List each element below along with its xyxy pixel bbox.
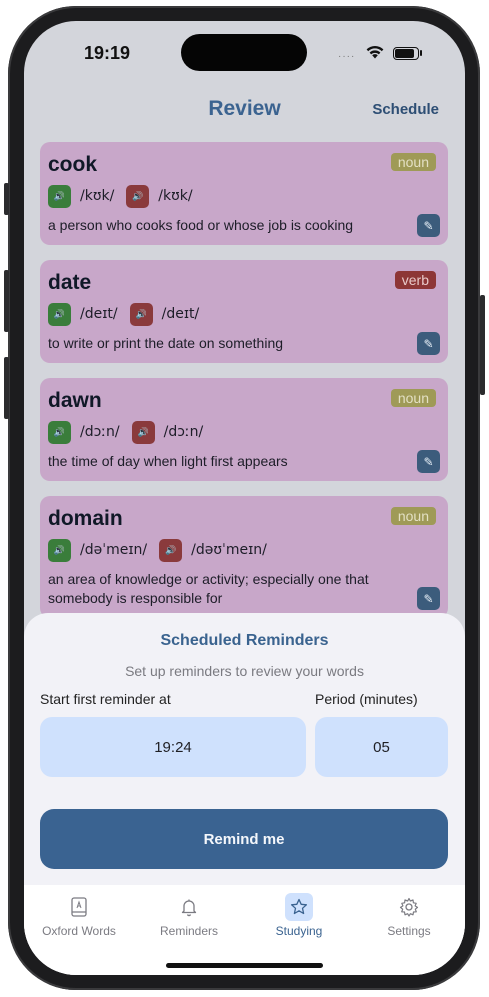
pos-badge: verb [394, 271, 436, 289]
schedule-button[interactable]: Schedule [372, 101, 439, 118]
speaker-us-icon[interactable]: 🔊 [129, 302, 153, 326]
speaker-uk-icon[interactable]: 🔊 [48, 184, 71, 208]
ipa-us: /deɪt/ [161, 306, 200, 322]
status-bar: 19:19 ···· [24, 21, 465, 81]
word-title: domain [48, 507, 123, 530]
pronunciation-row: 🔊 /deɪt/ 🔊 /deɪt/ [48, 302, 440, 326]
speaker-uk-icon[interactable]: 🔊 [48, 302, 71, 326]
tab-oxford-words[interactable]: Oxford Words [24, 893, 134, 938]
pos-badge: noun [390, 153, 436, 171]
sheet-title: Scheduled Reminders [160, 632, 329, 649]
edit-pencil-icon[interactable]: ✎ [417, 587, 440, 610]
tab-label: Settings [387, 924, 431, 938]
ipa-us: /dɔːn/ [163, 424, 204, 440]
home-indicator[interactable] [166, 963, 323, 968]
power-button [480, 295, 485, 395]
gear-icon [395, 893, 423, 921]
status-time: 19:19 [84, 43, 131, 63]
wifi-icon [366, 45, 384, 59]
speaker-us-icon[interactable]: 🔊 [126, 184, 150, 208]
volume-up-button [4, 270, 9, 332]
word-title: cook [48, 153, 98, 176]
edit-pencil-icon[interactable]: ✎ [417, 214, 440, 237]
word-title: date [48, 271, 92, 294]
definition: an area of knowledge or activity; especi… [48, 571, 369, 606]
definition: the time of day when light first appears [48, 453, 288, 469]
tab-reminders[interactable]: Reminders [134, 893, 244, 938]
tab-label: Reminders [159, 924, 219, 938]
speaker-us-icon[interactable]: 🔊 [131, 420, 155, 444]
ipa-us: /kʊk/ [158, 188, 193, 204]
pronunciation-row: 🔊 /kʊk/ 🔊 /kʊk/ [48, 184, 440, 208]
word-card[interactable]: domain noun 🔊 /dəˈmeɪn/ 🔊 /dəʊˈmeɪn/ an … [40, 496, 448, 618]
period-label: Period (minutes) [315, 691, 418, 707]
word-list: cook noun 🔊 /kʊk/ 🔊 /kʊk/ a person who c… [40, 142, 448, 633]
speaker-us-icon[interactable]: 🔊 [159, 538, 183, 562]
screen: 19:19 ···· Review Schedule cook noun 🔊 /… [24, 21, 465, 975]
tab-label: Studying [275, 924, 323, 938]
tab-settings[interactable]: Settings [354, 893, 464, 938]
ipa-uk: /kʊk/ [80, 188, 115, 204]
pronunciation-row: 🔊 /dəˈmeɪn/ 🔊 /dəʊˈmeɪn/ [48, 538, 440, 562]
period-picker[interactable]: 05 [315, 717, 448, 777]
speaker-uk-icon[interactable]: 🔊 [48, 538, 71, 562]
definition: to write or print the date on something [48, 335, 284, 351]
speaker-uk-icon[interactable]: 🔊 [48, 420, 71, 444]
bell-icon [175, 893, 203, 921]
start-time-picker[interactable]: 19:24 [40, 717, 306, 777]
cellular-signal: ···· [338, 51, 356, 62]
battery-icon [393, 47, 419, 60]
ipa-uk: /dəˈmeɪn/ [80, 542, 148, 558]
word-card[interactable]: date verb 🔊 /deɪt/ 🔊 /deɪt/ to write or … [40, 260, 448, 363]
sheet-subtitle: Set up reminders to review your words [125, 663, 364, 679]
dynamic-island [181, 34, 307, 71]
start-time-label: Start first reminder at [40, 691, 171, 707]
word-card[interactable]: cook noun 🔊 /kʊk/ 🔊 /kʊk/ a person who c… [40, 142, 448, 245]
definition: a person who cooks food or whose job is … [48, 217, 354, 233]
pos-badge: noun [390, 389, 436, 407]
ipa-uk: /dɔːn/ [80, 424, 120, 440]
edit-pencil-icon[interactable]: ✎ [417, 332, 440, 355]
tab-studying[interactable]: Studying [244, 893, 354, 938]
book-icon [65, 893, 93, 921]
word-card[interactable]: dawn noun 🔊 /dɔːn/ 🔊 /dɔːn/ the time of … [40, 378, 448, 481]
star-icon [285, 893, 313, 921]
ipa-uk: /deɪt/ [80, 306, 118, 322]
tab-bar: Oxford Words Reminders Studying Settings [24, 885, 465, 975]
remind-me-button[interactable]: Remind me [40, 809, 448, 869]
volume-down-button [4, 357, 9, 419]
word-title: dawn [48, 389, 102, 412]
tab-label: Oxford Words [42, 924, 116, 938]
pronunciation-row: 🔊 /dɔːn/ 🔊 /dɔːn/ [48, 420, 440, 444]
edit-pencil-icon[interactable]: ✎ [417, 450, 440, 473]
pos-badge: noun [390, 507, 436, 525]
battery-tip [420, 50, 422, 56]
action-button [4, 183, 9, 215]
ipa-us: /dəʊˈmeɪn/ [191, 542, 267, 558]
